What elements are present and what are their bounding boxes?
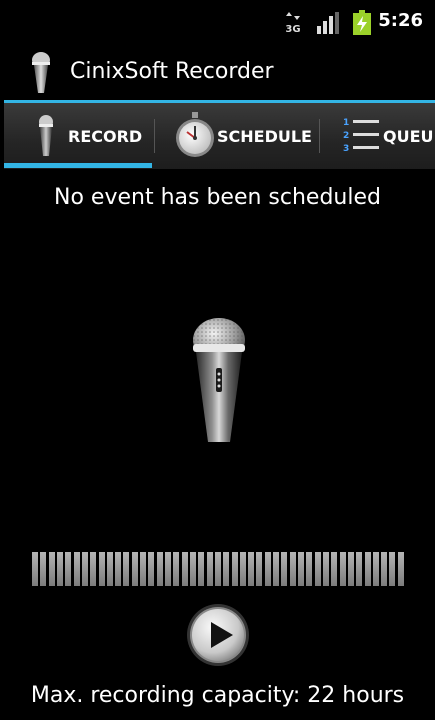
level-meter-bar bbox=[131, 552, 138, 586]
level-meter-bar bbox=[48, 552, 55, 586]
level-meter-bar bbox=[397, 552, 404, 586]
level-meter-bar bbox=[115, 552, 122, 586]
level-meter-bar bbox=[81, 552, 88, 586]
tab-queue[interactable]: 1 2 3 QUEU bbox=[319, 103, 435, 166]
level-meter-bar bbox=[298, 552, 304, 586]
status-clock: 5:26 bbox=[378, 10, 423, 31]
battery-charging-icon bbox=[353, 10, 371, 35]
level-meter-bar bbox=[214, 552, 221, 586]
tab-schedule[interactable]: SCHEDULE bbox=[154, 103, 319, 166]
status-bar: 3G 5:26 bbox=[0, 0, 435, 44]
app-title-bar: CinixSoft Recorder bbox=[0, 44, 435, 100]
level-meter-bar bbox=[73, 552, 80, 586]
level-meter-bar bbox=[264, 552, 271, 586]
schedule-status-text: No event has been scheduled bbox=[54, 185, 381, 210]
level-meter-bar bbox=[364, 552, 371, 586]
tab-schedule-label: SCHEDULE bbox=[217, 127, 312, 146]
play-button[interactable] bbox=[186, 603, 250, 667]
tab-bar: RECORD SCHEDULE 1 2 3 QUEU bbox=[4, 100, 435, 169]
svg-text:3: 3 bbox=[343, 144, 349, 154]
level-meter-bar bbox=[148, 552, 155, 586]
level-meter-bar bbox=[339, 552, 346, 586]
level-meter-bar bbox=[231, 552, 238, 586]
level-meter-bar bbox=[140, 552, 147, 586]
signal-icon bbox=[317, 12, 339, 34]
level-meter-bar bbox=[322, 552, 329, 586]
level-meter-bar bbox=[32, 552, 38, 586]
level-meter-bar bbox=[165, 552, 171, 586]
level-meter-bar bbox=[372, 552, 379, 586]
level-meter-bar bbox=[306, 552, 313, 586]
level-meter-bar bbox=[314, 552, 321, 586]
stopwatch-icon bbox=[176, 112, 214, 157]
audio-level-meter bbox=[32, 552, 404, 586]
level-meter-bar bbox=[123, 552, 130, 586]
level-meter-bar bbox=[273, 552, 280, 586]
level-meter-bar bbox=[56, 552, 63, 586]
microphone-icon bbox=[39, 115, 53, 156]
microphone-icon bbox=[193, 318, 245, 442]
level-meter-bar bbox=[156, 552, 163, 586]
level-meter-bar bbox=[223, 552, 230, 586]
level-meter-bar bbox=[40, 552, 47, 586]
level-meter-bar bbox=[189, 552, 196, 586]
microphone-icon bbox=[32, 52, 50, 93]
level-meter-bar bbox=[248, 552, 255, 586]
numbered-list-icon: 1 2 3 bbox=[343, 118, 379, 154]
app-title: CinixSoft Recorder bbox=[70, 59, 274, 84]
level-meter-bar bbox=[389, 552, 396, 586]
level-meter-bar bbox=[289, 552, 296, 586]
level-meter-bar bbox=[256, 552, 263, 586]
level-meter-bar bbox=[181, 552, 188, 586]
level-meter-bar bbox=[65, 552, 72, 586]
tab-record-label: RECORD bbox=[68, 127, 143, 146]
level-meter-bar bbox=[281, 552, 288, 586]
level-meter-bar bbox=[90, 552, 97, 586]
level-meter-bar bbox=[381, 552, 388, 586]
selected-tab-indicator bbox=[4, 163, 152, 168]
level-meter-bar bbox=[198, 552, 205, 586]
level-meter-bar bbox=[206, 552, 213, 586]
level-meter-bar bbox=[98, 552, 105, 586]
level-meter-bar bbox=[173, 552, 180, 586]
svg-text:1: 1 bbox=[343, 118, 349, 128]
level-meter-bar bbox=[239, 552, 246, 586]
tab-record[interactable]: RECORD bbox=[4, 103, 154, 168]
network-type-label: 3G bbox=[285, 24, 300, 34]
3g-data-icon: 3G bbox=[285, 12, 301, 34]
level-meter-bar bbox=[356, 552, 363, 586]
level-meter-bar bbox=[331, 552, 338, 586]
capacity-text: Max. recording capacity: 22 hours bbox=[30, 683, 405, 708]
level-meter-bar bbox=[347, 552, 354, 586]
level-meter-bar bbox=[106, 552, 113, 586]
tab-queue-label: QUEU bbox=[383, 127, 434, 146]
svg-text:2: 2 bbox=[343, 131, 349, 141]
